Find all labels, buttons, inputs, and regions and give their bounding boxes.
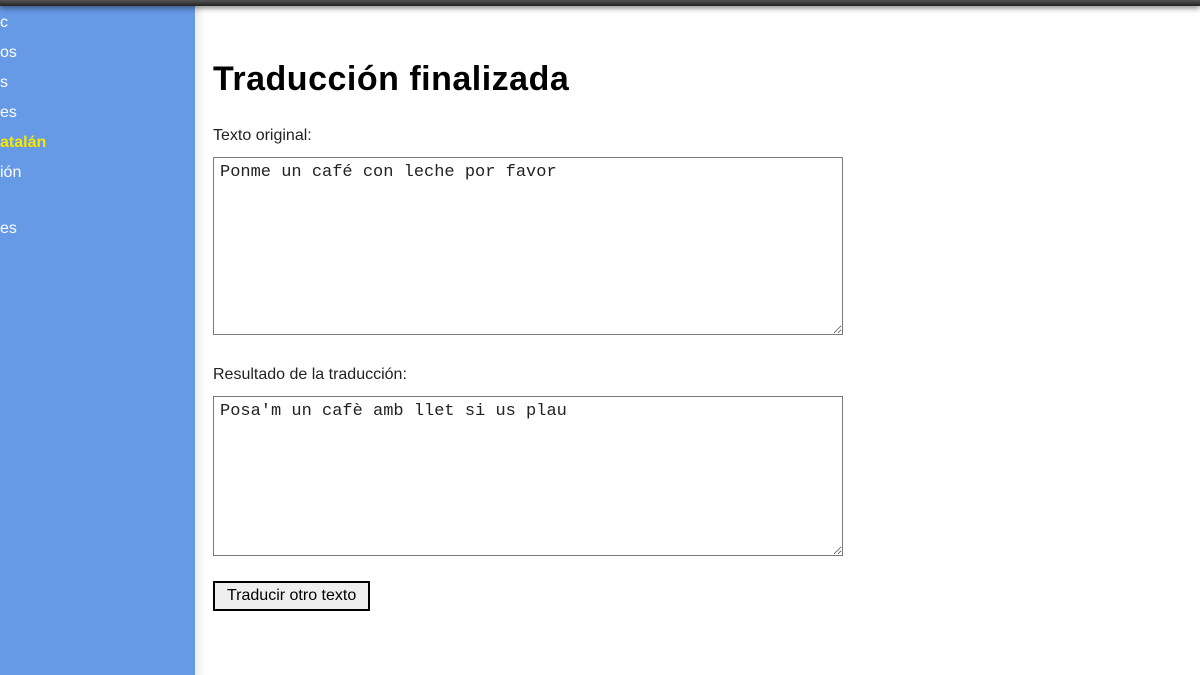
original-text-label: Texto original: (213, 127, 1200, 145)
sidebar-item-4[interactable]: atalán (0, 128, 195, 158)
sidebar-gap (0, 188, 195, 214)
sidebar-item-5[interactable]: ión (0, 158, 195, 188)
sidebar-item-7[interactable]: es (0, 214, 195, 244)
page-title: Traducción finalizada (213, 60, 1200, 99)
sidebar-item-1[interactable]: os (0, 38, 195, 68)
result-text-label: Resultado de la traducción: (213, 366, 1200, 384)
translate-another-button[interactable]: Traducir otro texto (213, 581, 370, 611)
result-text-input[interactable] (213, 396, 843, 556)
main-content: Traducción finalizada Texto original: Re… (195, 6, 1200, 675)
sidebar-item-0[interactable]: c (0, 8, 195, 38)
sidebar: c os s es atalán ión es (0, 0, 195, 675)
window-top-bar (0, 0, 1200, 6)
original-text-input[interactable] (213, 157, 843, 335)
sidebar-item-3[interactable]: es (0, 98, 195, 128)
sidebar-item-2[interactable]: s (0, 68, 195, 98)
